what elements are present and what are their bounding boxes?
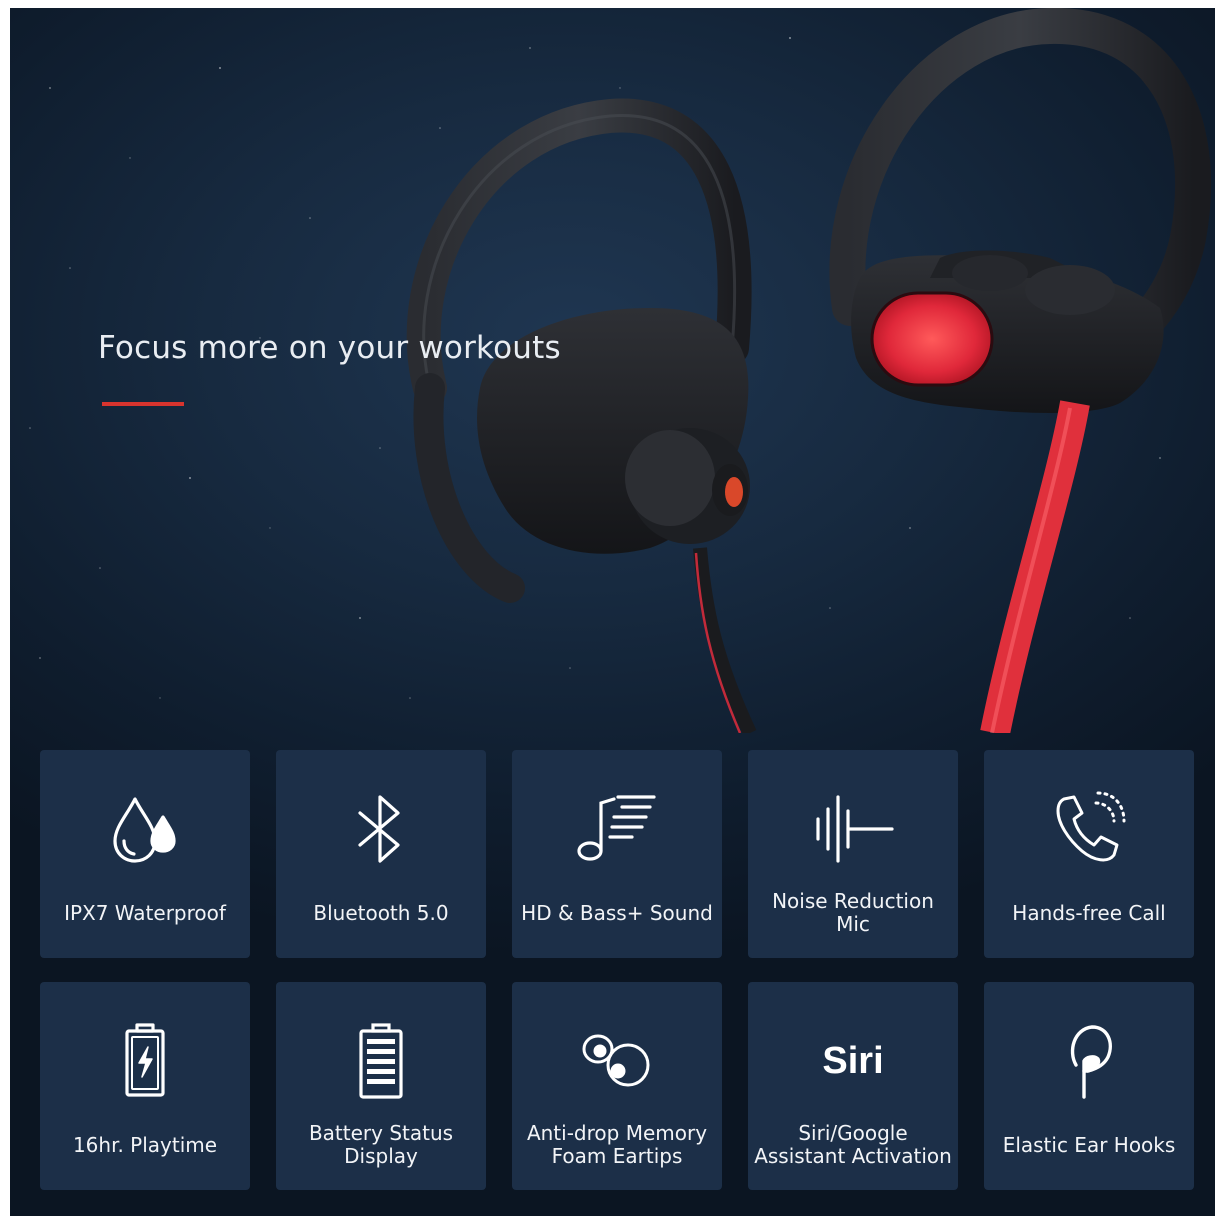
feature-tile-battery-status: Battery Status Display <box>276 982 486 1190</box>
feature-label: Siri/Google Assistant Activation <box>754 1121 952 1168</box>
accent-divider <box>102 402 184 406</box>
feature-label: IPX7 Waterproof <box>64 900 226 925</box>
feature-label: Battery Status Display <box>308 1121 454 1168</box>
feature-tile-sound: HD & Bass+ Sound <box>512 750 722 958</box>
bluetooth-icon <box>276 784 486 874</box>
headline: Focus more on your workouts <box>98 330 561 366</box>
sound-wave-icon <box>748 784 958 874</box>
feature-tile-assistant: Siri Siri/Google Assistant Activation <box>748 982 958 1190</box>
feature-label: Anti-drop Memory Foam Eartips <box>526 1121 708 1168</box>
phone-call-icon <box>984 784 1194 874</box>
feature-tile-playtime: 16hr. Playtime <box>40 982 250 1190</box>
right-cable <box>980 400 1090 733</box>
ear-hook-icon <box>984 1016 1194 1106</box>
feature-tile-waterproof: IPX7 Waterproof <box>40 750 250 958</box>
feature-label: 16hr. Playtime <box>72 1132 218 1157</box>
eartips-icon <box>512 1016 722 1106</box>
battery-level-icon <box>276 1016 486 1106</box>
feature-tile-hands-free: Hands-free Call <box>984 750 1194 958</box>
feature-tile-noise-reduction: Noise Reduction Mic <box>748 750 958 958</box>
feature-label: Bluetooth 5.0 <box>313 900 449 925</box>
music-note-icon <box>512 784 722 874</box>
siri-logo-text: Siri <box>822 1039 884 1082</box>
red-control-button <box>872 293 992 385</box>
earbuds-illustration <box>406 8 1212 733</box>
feature-tile-ear-hooks: Elastic Ear Hooks <box>984 982 1194 1190</box>
feature-label: HD & Bass+ Sound <box>521 900 713 925</box>
water-drops-icon <box>40 784 250 874</box>
feature-tile-eartips: Anti-drop Memory Foam Eartips <box>512 982 722 1190</box>
siri-logo: Siri <box>748 1016 958 1106</box>
charging-battery-icon <box>40 1016 250 1106</box>
feature-label: Hands-free Call <box>1012 900 1166 925</box>
feature-tile-bluetooth: Bluetooth 5.0 <box>276 750 486 958</box>
feature-label: Elastic Ear Hooks <box>1002 1132 1176 1157</box>
feature-label: Noise Reduction Mic <box>772 889 934 936</box>
product-banner: Focus more on your workouts IPX7 Waterpr… <box>10 8 1215 1216</box>
